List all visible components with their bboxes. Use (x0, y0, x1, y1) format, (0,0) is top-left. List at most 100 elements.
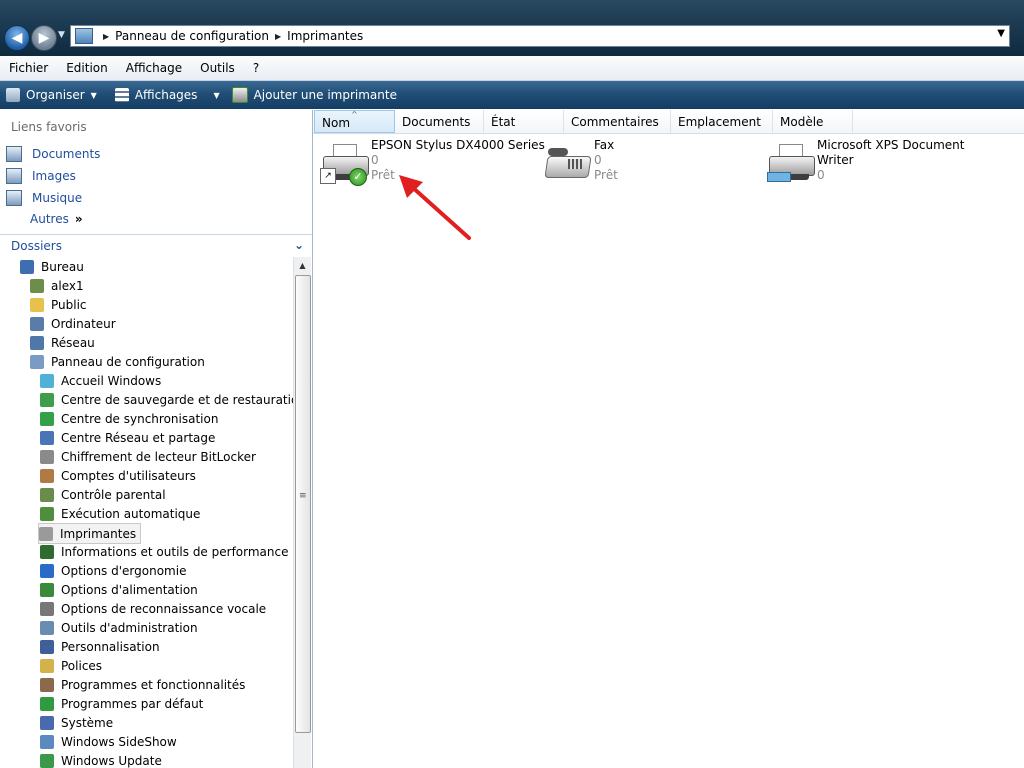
address-field[interactable]: ▶ Panneau de configuration ▶ Imprimantes… (70, 25, 1010, 47)
tree-scrollbar[interactable]: ▲ ≡ (293, 257, 311, 768)
views-label: Affichages (134, 88, 198, 102)
breadcrumb-printers[interactable]: Imprimantes (287, 29, 363, 43)
tree-item[interactable]: Outils d'administration (40, 618, 198, 637)
tree-item[interactable]: Informations et outils de performance (40, 542, 288, 561)
sync-icon (40, 411, 54, 426)
tree-item[interactable]: Contrôle parental (40, 485, 166, 504)
system-icon (40, 715, 54, 730)
tree-item[interactable]: Réseau (30, 333, 95, 352)
recent-pages-dropdown[interactable]: ▼ (58, 30, 65, 40)
tree-item[interactable]: Polices (40, 656, 102, 675)
computer-icon (30, 316, 44, 331)
chevron-down-icon[interactable]: ▼ (213, 91, 219, 100)
column-comments-label: Commentaires (571, 115, 659, 129)
favorite-images[interactable]: Images (6, 168, 76, 184)
tree-item-label: Imprimantes (60, 526, 137, 541)
column-model[interactable]: Modèle (773, 110, 853, 133)
chevron-down-icon[interactable]: ⌄ (294, 238, 304, 252)
favorite-images-label: Images (32, 169, 76, 183)
tree-item-label: Public (51, 297, 87, 312)
scroll-thumb[interactable]: ≡ (295, 275, 311, 733)
printer-item-xps[interactable]: Microsoft XPS Document Writer 0 (765, 138, 964, 186)
tree-item[interactable]: Accueil Windows (40, 371, 161, 390)
organize-label: Organiser (26, 88, 85, 102)
tree-item-label: Windows SideShow (61, 734, 177, 749)
menu-view[interactable]: Affichage (117, 61, 191, 75)
backup-icon (40, 392, 54, 407)
menu-file[interactable]: Fichier (0, 61, 57, 75)
printer-documents-count: 0 (371, 153, 379, 167)
organize-button[interactable]: Organiser ▼ (0, 81, 103, 109)
tree-item[interactable]: Centre de synchronisation (40, 409, 218, 428)
tree-item-label: Options d'ergonomie (61, 563, 187, 578)
menu-tools[interactable]: Outils (191, 61, 244, 75)
breadcrumb-separator-icon[interactable]: ▶ (275, 32, 281, 41)
breadcrumb-separator-icon[interactable]: ▶ (103, 32, 109, 41)
breadcrumb-control-panel[interactable]: Panneau de configuration (115, 29, 269, 43)
chevron-down-icon: ▼ (90, 90, 97, 100)
tree-item-label: Centre de synchronisation (61, 411, 219, 426)
desktop-icon (20, 259, 34, 274)
bitlocker-icon (40, 449, 54, 464)
tree-item[interactable]: Exécution automatique (40, 504, 200, 523)
menu-bar: Fichier Edition Affichage Outils ? (0, 56, 1024, 81)
printer-status: Prêt (594, 168, 618, 182)
tree-item[interactable]: Options de reconnaissance vocale (40, 599, 266, 618)
column-documents[interactable]: Documents (395, 110, 484, 133)
tree-item[interactable]: Options d'alimentation (40, 580, 198, 599)
default-programs-icon (40, 696, 54, 711)
tree-item[interactable]: Panneau de configuration (30, 352, 205, 371)
back-button[interactable]: ◀ (4, 25, 30, 51)
tree-item-label: Panneau de configuration (51, 354, 205, 369)
tree-item[interactable]: Bureau (20, 257, 84, 276)
views-button[interactable]: Affichages ▼ (109, 81, 226, 109)
tree-item[interactable]: Public (30, 295, 87, 314)
tree-item[interactable]: Programmes et fonctionnalités (40, 675, 245, 694)
tree-item[interactable]: Options d'ergonomie (40, 561, 186, 580)
column-status[interactable]: État (484, 110, 564, 133)
tree-item[interactable]: Windows Update (40, 751, 162, 768)
tree-item[interactable]: Système (40, 713, 113, 732)
favorite-music[interactable]: Musique (6, 190, 82, 206)
menu-edit[interactable]: Edition (57, 61, 117, 75)
performance-icon (40, 544, 54, 559)
tree-item[interactable]: Windows SideShow (40, 732, 177, 751)
default-printer-check-icon: ✓ (349, 168, 367, 186)
tree-item[interactable]: Programmes par défaut (40, 694, 203, 713)
tree-item[interactable]: Personnalisation (40, 637, 160, 656)
tree-item-label: alex1 (51, 278, 84, 293)
more-favorites-link[interactable]: Autres » (30, 212, 83, 226)
printer-default-icon: ↗ ✓ (319, 138, 371, 186)
tree-item[interactable]: Centre Réseau et partage (40, 428, 215, 447)
organize-icon (6, 88, 20, 102)
folders-header[interactable]: Dossiers ⌄ (0, 234, 312, 257)
printer-item-fax[interactable]: Fax 0 Prêt (542, 138, 618, 186)
tree-item[interactable]: Ordinateur (30, 314, 116, 333)
tree-item[interactable]: Comptes d'utilisateurs (40, 466, 196, 485)
programs-icon (40, 677, 54, 692)
printers-icon (39, 526, 53, 541)
add-printer-button[interactable]: Ajouter une imprimante (226, 81, 403, 109)
column-comments[interactable]: Commentaires (564, 110, 671, 133)
more-favorites-label: Autres (30, 212, 69, 226)
folders-title: Dossiers (11, 239, 62, 253)
menu-help[interactable]: ? (244, 61, 268, 75)
tree-item-label: Comptes d'utilisateurs (61, 468, 196, 483)
tree-item[interactable]: Chiffrement de lecteur BitLocker (40, 447, 256, 466)
tree-item[interactable]: Imprimantes (38, 523, 142, 544)
column-location-label: Emplacement (678, 115, 761, 129)
column-documents-label: Documents (402, 115, 471, 129)
address-dropdown-icon[interactable]: ▼ (997, 28, 1005, 39)
tree-item-label: Exécution automatique (61, 506, 201, 521)
favorite-documents[interactable]: Documents (6, 146, 100, 162)
command-bar: Organiser ▼ Affichages ▼ Ajouter une imp… (0, 81, 1024, 109)
column-name[interactable]: ^ Nom (314, 110, 395, 133)
tree-item[interactable]: Centre de sauvegarde et de restauration (40, 390, 306, 409)
column-location[interactable]: Emplacement (671, 110, 773, 133)
column-model-label: Modèle (780, 115, 824, 129)
tree-item-label: Options d'alimentation (61, 582, 198, 597)
scroll-up-arrow-icon[interactable]: ▲ (294, 257, 311, 274)
tree-item[interactable]: alex1 (30, 276, 84, 295)
column-header: ^ Nom Documents État Commentaires Emplac… (313, 110, 1024, 134)
forward-button[interactable]: ▶ (31, 25, 57, 51)
